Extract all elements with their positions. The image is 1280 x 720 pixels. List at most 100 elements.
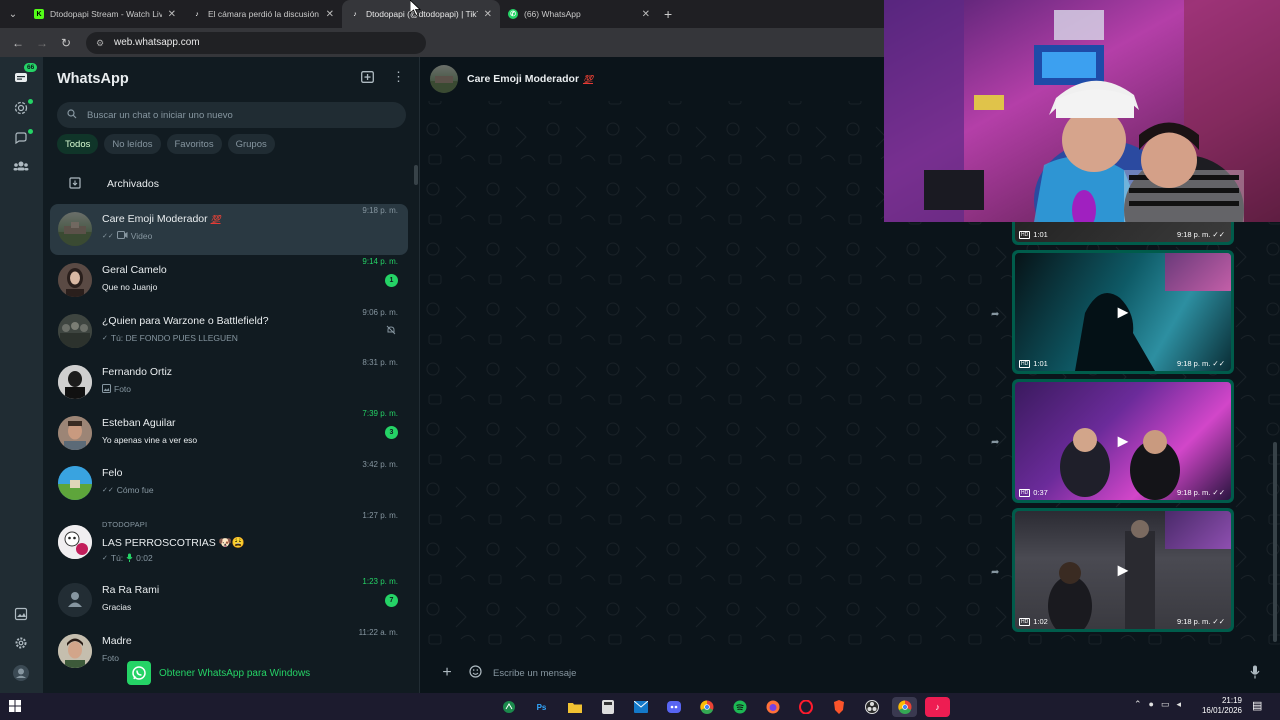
chat-list-scrollbar[interactable] xyxy=(414,165,418,185)
back-icon[interactable]: ← xyxy=(6,36,30,50)
firefox-icon[interactable] xyxy=(760,697,785,717)
new-tab-button[interactable]: + xyxy=(664,6,672,22)
archived-row[interactable]: Archivados xyxy=(43,167,419,201)
nav-rail: 66 xyxy=(0,57,43,693)
app-title: WhatsApp xyxy=(57,71,129,87)
tab-whatsapp[interactable]: ✆ (66) WhatsApp ✕ xyxy=(500,0,658,28)
close-icon[interactable]: ✕ xyxy=(484,9,492,20)
hd-icon: HD xyxy=(1019,488,1031,497)
hd-icon: HD xyxy=(1019,230,1031,239)
mic-icon[interactable] xyxy=(1250,665,1260,682)
clock[interactable]: 21:19 16/01/2026 xyxy=(1200,696,1242,716)
chat-name: Care Emoji Moderador 💯 xyxy=(102,213,221,226)
menu-dots-icon[interactable]: ⋮ xyxy=(392,70,405,86)
spotify-icon[interactable] xyxy=(727,697,752,717)
video-message[interactable]: ▶ HD 0:37 9:18 p. m. ✓✓ xyxy=(1012,379,1234,503)
forward-icon[interactable]: ➦ xyxy=(991,437,999,448)
tab-tiktok-video[interactable]: ♪ El cámara perdió la discusión ja ✕ xyxy=(184,0,342,28)
filter-grupos[interactable]: Grupos xyxy=(227,134,275,154)
site-info-icon[interactable]: ⚙ xyxy=(96,38,106,48)
contact-name: Care Emoji Moderador 💯 xyxy=(467,73,593,85)
outlook-icon[interactable] xyxy=(628,697,653,717)
chevron-up-icon[interactable]: ⌃ xyxy=(1134,699,1142,710)
discord-icon[interactable] xyxy=(661,697,686,717)
close-icon[interactable]: ✕ xyxy=(168,9,176,20)
video-duration: HD 1:01 xyxy=(1019,359,1048,368)
video-duration: HD 1:01 xyxy=(1019,230,1048,239)
notifications-icon[interactable]: ▤ xyxy=(1252,699,1262,712)
sourcetree-icon[interactable] xyxy=(496,697,521,717)
whatsapp-icon xyxy=(127,661,151,685)
chats-unread-badge: 66 xyxy=(24,63,38,72)
video-message[interactable]: ▶ HD 1:02 9:18 p. m. ✓✓ xyxy=(1012,508,1234,632)
tiktok-icon[interactable]: ♪ xyxy=(925,697,950,717)
whatsapp-icon: ✆ xyxy=(508,9,518,19)
chat-row[interactable]: Felo ✓✓ Cómo fue 3:42 p. m. xyxy=(50,458,408,509)
media-icon[interactable] xyxy=(12,605,30,623)
contact-avatar[interactable] xyxy=(430,65,458,93)
avatar xyxy=(58,466,92,501)
tab-kick[interactable]: K Dtodopapi Stream - Watch Live ✕ xyxy=(26,0,184,28)
chat-preview: ✓✓ Cómo fue xyxy=(102,485,154,496)
chat-name: Ra Ra Rami xyxy=(102,584,160,597)
filter-todos[interactable]: Todos xyxy=(57,134,99,154)
chrome-icon[interactable] xyxy=(892,697,917,717)
chat-preview: ✓ Tú: 0:02 xyxy=(102,553,153,564)
chat-preview: ✓ Tú: DE FONDO PUES LLEGUEN xyxy=(102,332,238,343)
video-message[interactable]: ▶ HD 1:01 9:18 p. m. ✓✓ xyxy=(1012,250,1234,374)
conversation-scrollbar[interactable] xyxy=(1273,442,1277,642)
chat-name: Fernando Ortiz xyxy=(102,365,173,378)
search-input[interactable]: Buscar un chat o iniciar uno nuevo xyxy=(57,102,406,128)
chat-row[interactable]: Ra Ra Rami Gracias 1:23 p. m. 7 xyxy=(50,575,408,626)
chat-row[interactable]: Geral Camelo Que no Juanjo 9:14 p. m. 1 xyxy=(50,255,408,306)
settings-icon[interactable] xyxy=(12,634,30,652)
communities-icon[interactable] xyxy=(12,157,30,175)
get-whatsapp-windows-link[interactable]: Obtener WhatsApp para Windows xyxy=(127,661,337,685)
chat-row[interactable]: ¿Quien para Warzone o Battlefield? ✓ Tú:… xyxy=(50,306,408,357)
profile-avatar[interactable] xyxy=(12,664,30,682)
forward-icon[interactable]: ➦ xyxy=(991,309,999,320)
volume-icon[interactable]: ◂ xyxy=(1177,699,1182,710)
unread-badge: 1 xyxy=(385,273,398,287)
play-icon[interactable]: ▶ xyxy=(1118,562,1129,579)
tab-search-icon[interactable]: ⌄ xyxy=(0,0,26,28)
url-text: web.whatsapp.com xyxy=(114,37,200,48)
network-icon[interactable]: ▭ xyxy=(1161,699,1170,710)
attach-icon[interactable]: + xyxy=(439,664,455,682)
forward-icon[interactable]: → xyxy=(30,36,54,50)
double-check-icon: ✓✓ xyxy=(102,233,114,241)
forward-icon[interactable]: ➦ xyxy=(991,567,999,578)
filter-no-leidos[interactable]: No leídos xyxy=(104,134,161,154)
double-check-icon: ✓✓ xyxy=(1212,617,1225,626)
chrome-icon[interactable] xyxy=(694,697,719,717)
windows-start-icon[interactable] xyxy=(9,700,22,713)
close-icon[interactable]: ✕ xyxy=(326,9,334,20)
mic-tray-icon[interactable]: ● xyxy=(1149,699,1154,710)
calculator-icon[interactable] xyxy=(595,697,620,717)
sticker-emoji-icon[interactable] xyxy=(467,665,483,681)
chat-row[interactable]: Fernando Ortiz Foto 8:31 p. m. xyxy=(50,356,408,407)
chat-row[interactable]: Esteban Aguilar Yo apenas vine a ver eso… xyxy=(50,407,408,458)
reload-icon[interactable]: ↻ xyxy=(54,36,78,50)
url-field[interactable]: ⚙ web.whatsapp.com xyxy=(86,31,426,54)
chat-preview: Foto xyxy=(102,383,131,395)
channels-dot xyxy=(28,129,33,134)
message-input[interactable]: Escribe un mensaje xyxy=(493,668,576,679)
chat-row-text: Care Emoji Moderador 💯 ✓✓ Video xyxy=(102,212,408,246)
archived-label: Archivados xyxy=(107,178,159,190)
close-icon[interactable]: ✕ xyxy=(642,9,650,20)
opera-icon[interactable] xyxy=(793,697,818,717)
video-thumbnail: ▶ HD 1:02 9:18 p. m. ✓✓ xyxy=(1015,511,1231,629)
obs-icon[interactable] xyxy=(859,697,884,717)
chat-row[interactable]: Care Emoji Moderador 💯 ✓✓ Video 9:18 p. … xyxy=(50,204,408,255)
chat-name: LAS PERROSCOTRIAS 🐶😩 xyxy=(102,536,245,549)
photoshop-icon[interactable]: Ps xyxy=(529,697,554,717)
chat-row[interactable]: DTODOPAPI LAS PERROSCOTRIAS 🐶😩 ✓ Tú: 0:0… xyxy=(50,509,408,575)
new-chat-icon[interactable] xyxy=(361,71,374,86)
brave-icon[interactable] xyxy=(826,697,851,717)
play-icon[interactable]: ▶ xyxy=(1118,433,1129,450)
folder-icon[interactable] xyxy=(562,697,587,717)
play-icon[interactable]: ▶ xyxy=(1118,304,1129,321)
filter-favoritos[interactable]: Favoritos xyxy=(166,134,222,154)
search-placeholder: Buscar un chat o iniciar uno nuevo xyxy=(87,109,233,121)
